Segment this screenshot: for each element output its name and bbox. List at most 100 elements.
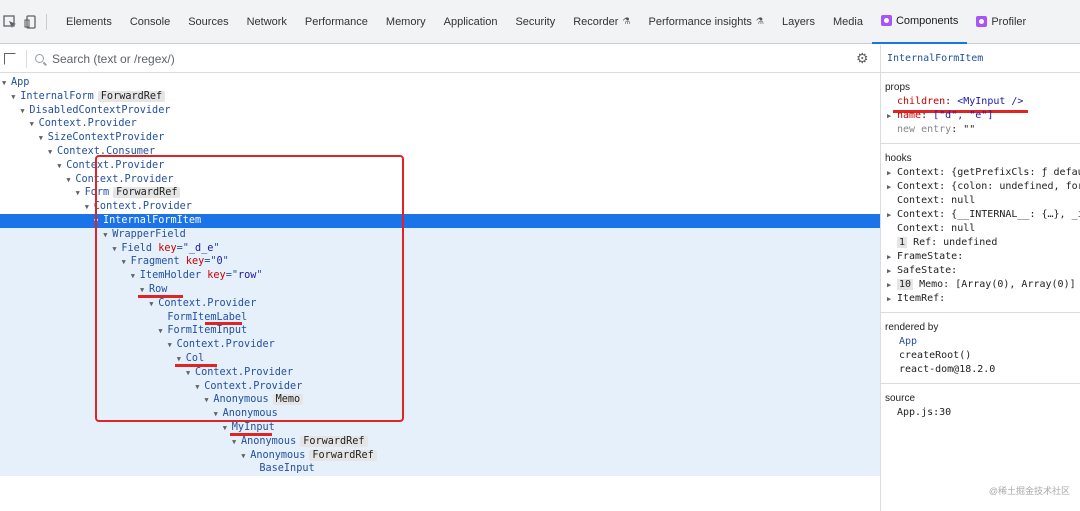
tree-row[interactable]: ▼ DisabledContextProvider xyxy=(0,104,880,118)
tab-layers[interactable]: Layers xyxy=(773,0,824,44)
expand-arrow-icon[interactable]: ▶ xyxy=(887,208,897,222)
expand-arrow-icon[interactable]: ▼ xyxy=(241,449,250,463)
prop-value[interactable]: <MyInput /> xyxy=(957,96,1023,107)
tree-row[interactable]: ▼ Context.Provider xyxy=(0,200,880,214)
tree-row[interactable]: ▼ Col xyxy=(0,352,880,366)
tab-network[interactable]: Network xyxy=(238,0,296,44)
tab-label: Profiler xyxy=(991,15,1027,28)
hook-row[interactable]: 1 Ref: undefined xyxy=(881,236,1080,250)
tree-row[interactable]: ▼ Context.Provider xyxy=(0,173,880,187)
tab-components[interactable]: Components xyxy=(871,0,968,44)
hook-row[interactable]: ▶ Context: {colon: undefined, form: xyxy=(881,180,1080,194)
tree-row[interactable]: ▼ Row xyxy=(0,283,880,297)
hook-text: Context: {getPrefixCls: ƒ default xyxy=(897,167,1080,178)
tree-row[interactable]: ▼ Context.Provider xyxy=(0,117,880,131)
tab-console[interactable]: Console xyxy=(121,0,179,44)
expand-arrow-icon[interactable]: ▼ xyxy=(131,269,140,283)
tab-recorder[interactable]: Recorder ⚗ xyxy=(564,0,639,44)
hook-row[interactable]: ▶ FrameState: xyxy=(881,250,1080,264)
expand-arrow-icon[interactable]: ▼ xyxy=(11,90,20,104)
expand-arrow-icon[interactable]: ▼ xyxy=(85,200,94,214)
expand-arrow-icon[interactable]: ▼ xyxy=(48,145,57,159)
hook-row[interactable]: ▶ 10 Memo: [Array(0), Array(0)] xyxy=(881,278,1080,292)
expand-arrow-icon[interactable]: ▶ xyxy=(887,278,897,292)
tab-application[interactable]: Application xyxy=(435,0,507,44)
tree-row[interactable]: ▼ SizeContextProvider xyxy=(0,131,880,145)
tree-row[interactable]: ▼ WrapperField xyxy=(0,227,880,242)
tree-row[interactable]: ▼ ItemHolder key="row" xyxy=(0,269,880,284)
tree-row[interactable]: ▼ Anonymous xyxy=(0,407,880,422)
gear-icon[interactable]: ⚙ xyxy=(856,51,870,65)
tab-profiler[interactable]: Profiler xyxy=(967,0,1035,44)
hook-row[interactable]: ▶ ItemRef: xyxy=(881,292,1080,306)
rendered-by-item[interactable]: App xyxy=(881,335,1080,349)
hook-row[interactable]: Context: null xyxy=(881,222,1080,236)
component-name: Context.Provider xyxy=(204,380,303,392)
expand-arrow-icon[interactable]: ▼ xyxy=(122,255,131,269)
tree-row[interactable]: ▼ MyInput xyxy=(0,421,880,435)
prop-value[interactable]: ["d", "e"] xyxy=(933,110,993,121)
expand-arrow-icon[interactable]: ▶ xyxy=(887,250,897,264)
expand-arrow-icon[interactable]: ▼ xyxy=(57,159,66,173)
expand-arrow-icon[interactable]: ▶ xyxy=(887,166,897,180)
hook-row[interactable]: ▶ Context: {__INTERNAL__: {…}, _ini xyxy=(881,208,1080,222)
tab-elements[interactable]: Elements xyxy=(57,0,121,44)
key-label: key xyxy=(207,270,226,282)
expand-arrow-icon[interactable]: ▼ xyxy=(2,76,11,90)
tab-performance-insights[interactable]: Performance insights ⚗ xyxy=(640,0,773,44)
tree-row[interactable]: ▼ FormItemInput xyxy=(0,324,880,339)
tab-memory[interactable]: Memory xyxy=(377,0,435,44)
tree-row[interactable]: ▼ Anonymous ForwardRef xyxy=(0,434,880,449)
tab-performance[interactable]: Performance xyxy=(296,0,377,44)
tree-row[interactable]: ▼ Context.Provider xyxy=(0,338,880,353)
tree-row[interactable]: ▼ Field key="_d_e" xyxy=(0,241,880,256)
tree-row-selected[interactable]: ▼ InternalFormItem xyxy=(0,214,880,228)
hook-row[interactable]: ▶ SafeState: xyxy=(881,264,1080,278)
expand-arrow-icon[interactable]: ▼ xyxy=(39,131,48,145)
tree-row[interactable]: ▼ App xyxy=(0,76,880,90)
tree-row[interactable]: ▼ InternalForm ForwardRef xyxy=(0,90,880,104)
expand-arrow-icon[interactable]: ▶ xyxy=(887,180,897,194)
device-toolbar-icon[interactable] xyxy=(24,14,38,29)
prop-value[interactable]: "" xyxy=(963,124,975,135)
expand-arrow-icon[interactable]: ▼ xyxy=(149,297,158,311)
hook-row[interactable]: ▶ Context: {getPrefixCls: ƒ default xyxy=(881,166,1080,180)
prop-row[interactable]: children: <MyInput /> xyxy=(881,95,1080,109)
source-location[interactable]: App.js:30 xyxy=(881,406,1080,420)
tree-row[interactable]: ▼ Form ForwardRef xyxy=(0,186,880,200)
tree-row[interactable]: ▼ Context.Provider xyxy=(0,379,880,394)
expand-arrow-icon[interactable]: ▼ xyxy=(186,366,195,380)
tree-row[interactable]: ▼ Context.Provider xyxy=(0,365,880,380)
select-component-icon[interactable] xyxy=(4,52,16,65)
tree-row[interactable]: ▼ Context.Provider xyxy=(0,159,880,173)
prop-row[interactable]: ▶ name: ["d", "e"] xyxy=(881,109,1080,123)
tree-row[interactable]: ▼ Context.Provider xyxy=(0,296,880,311)
expand-arrow-icon[interactable]: ▼ xyxy=(232,435,241,449)
inspect-element-icon[interactable] xyxy=(3,14,17,29)
tree-row[interactable]: ▼ Anonymous ForwardRef xyxy=(0,448,880,463)
expand-arrow-icon[interactable]: ▼ xyxy=(195,380,204,394)
expand-arrow-icon[interactable]: ▼ xyxy=(168,338,177,352)
tree-row[interactable]: FormItemLabel xyxy=(0,310,880,325)
tree-row[interactable]: ▼ Anonymous Memo xyxy=(0,393,880,408)
annotation-underline-formitemlabel xyxy=(205,322,242,325)
expand-arrow-icon[interactable]: ▼ xyxy=(103,228,112,242)
tab-security[interactable]: Security xyxy=(506,0,564,44)
expand-arrow-icon[interactable]: ▶ xyxy=(887,264,897,278)
tab-media[interactable]: Media xyxy=(824,0,872,44)
expand-arrow-icon[interactable]: ▼ xyxy=(30,117,39,131)
expand-arrow-icon[interactable]: ▼ xyxy=(76,186,85,200)
tab-sources[interactable]: Sources xyxy=(179,0,237,44)
expand-arrow-icon[interactable]: ▶ xyxy=(887,109,897,123)
hook-text: Context: {colon: undefined, form: xyxy=(897,181,1080,192)
prop-row[interactable]: new entry: "" xyxy=(881,123,1080,137)
tree-row[interactable]: ▼ Context.Consumer xyxy=(0,145,880,159)
component-name: DisabledContextProvider xyxy=(29,104,171,116)
tree-row[interactable]: BaseInput xyxy=(0,462,880,477)
search-input[interactable] xyxy=(52,51,812,66)
expand-arrow-icon[interactable]: ▼ xyxy=(94,214,103,228)
expand-arrow-icon[interactable]: ▶ xyxy=(887,292,897,306)
tree-row[interactable]: ▼ Fragment key="0" xyxy=(0,255,880,270)
expand-arrow-icon[interactable]: ▼ xyxy=(214,407,223,421)
hook-row[interactable]: Context: null xyxy=(881,194,1080,208)
